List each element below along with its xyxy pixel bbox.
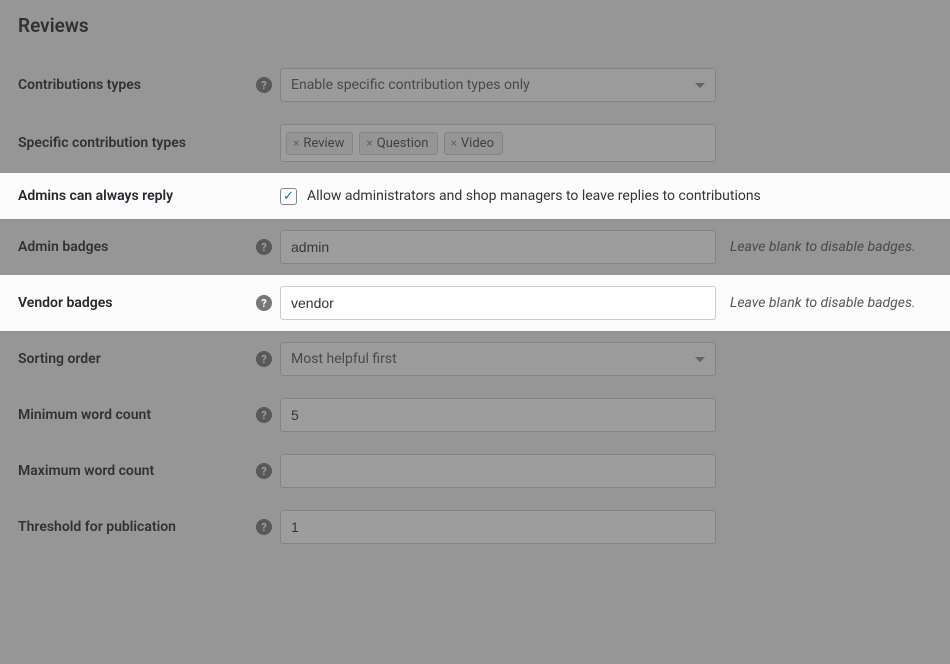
close-icon[interactable]: ×	[451, 136, 457, 150]
field-label: Vendor badges	[18, 295, 250, 311]
field-col: Most helpful first	[280, 342, 932, 376]
field-hint: Leave blank to disable badges.	[730, 239, 916, 255]
section-title: Reviews	[18, 14, 932, 37]
label-col: Admins can always reply	[18, 188, 280, 204]
chevron-down-icon	[695, 357, 705, 362]
field-col	[280, 398, 932, 432]
sorting-order-select[interactable]: Most helpful first	[280, 342, 716, 376]
help-icon[interactable]: ?	[256, 77, 272, 93]
label-col: Minimum word count ?	[18, 407, 280, 423]
row-sorting-order: Sorting order ? Most helpful first	[18, 331, 932, 387]
tag-question[interactable]: × Question	[359, 132, 437, 155]
row-specific-types: Specific contribution types × Review × Q…	[18, 113, 932, 173]
tag-label: Video	[461, 136, 494, 151]
help-icon[interactable]: ?	[256, 407, 272, 423]
field-col	[280, 454, 932, 488]
label-col: Specific contribution types	[18, 135, 280, 151]
help-icon[interactable]: ?	[256, 295, 272, 311]
row-admins-reply: Admins can always reply ✓ Allow administ…	[0, 173, 950, 219]
label-col: Sorting order ?	[18, 351, 280, 367]
select-value: Enable specific contribution types only	[291, 77, 530, 93]
row-vendor-badges: Vendor badges ? Leave blank to disable b…	[0, 275, 950, 331]
help-icon[interactable]: ?	[256, 351, 272, 367]
threshold-input[interactable]	[280, 510, 716, 544]
field-label: Maximum word count	[18, 463, 250, 479]
help-icon[interactable]: ?	[256, 239, 272, 255]
field-label: Contributions types	[18, 77, 250, 93]
field-hint: Leave blank to disable badges.	[730, 295, 916, 311]
field-label: Admin badges	[18, 239, 250, 255]
help-icon[interactable]: ?	[256, 463, 272, 479]
field-label: Sorting order	[18, 351, 250, 367]
field-col: Enable specific contribution types only	[280, 68, 932, 102]
contributions-types-select[interactable]: Enable specific contribution types only	[280, 68, 716, 102]
field-label: Minimum word count	[18, 407, 250, 423]
field-label: Admins can always reply	[18, 188, 280, 204]
row-admin-badges: Admin badges ? Leave blank to disable ba…	[18, 219, 932, 275]
tag-review[interactable]: × Review	[286, 132, 353, 155]
field-col: × Review × Question × Video	[280, 124, 932, 162]
admin-badges-input[interactable]	[280, 230, 716, 264]
vendor-badges-input[interactable]	[280, 286, 716, 320]
label-col: Admin badges ?	[18, 239, 280, 255]
field-col: Leave blank to disable badges.	[280, 286, 932, 320]
chevron-down-icon	[695, 83, 705, 88]
label-col: Vendor badges ?	[18, 295, 280, 311]
field-col	[280, 510, 932, 544]
field-label: Threshold for publication	[18, 519, 250, 535]
tag-video[interactable]: × Video	[444, 132, 503, 155]
field-col: ✓ Allow administrators and shop managers…	[280, 188, 932, 205]
row-threshold: Threshold for publication ?	[18, 499, 932, 555]
row-min-word-count: Minimum word count ?	[18, 387, 932, 443]
tag-label: Question	[377, 136, 429, 151]
field-col: Leave blank to disable badges.	[280, 230, 932, 264]
row-contributions-types: Contributions types ? Enable specific co…	[18, 57, 932, 113]
close-icon[interactable]: ×	[293, 136, 299, 150]
field-label: Specific contribution types	[18, 135, 280, 151]
checkbox-wrap: ✓ Allow administrators and shop managers…	[280, 188, 761, 205]
min-word-count-input[interactable]	[280, 398, 716, 432]
close-icon[interactable]: ×	[366, 136, 372, 150]
label-col: Maximum word count ?	[18, 463, 280, 479]
label-col: Threshold for publication ?	[18, 519, 280, 535]
settings-page: Reviews Contributions types ? Enable spe…	[0, 0, 950, 664]
help-icon[interactable]: ?	[256, 519, 272, 535]
select-value: Most helpful first	[291, 351, 397, 367]
max-word-count-input[interactable]	[280, 454, 716, 488]
row-max-word-count: Maximum word count ?	[18, 443, 932, 499]
specific-types-tagbox[interactable]: × Review × Question × Video	[280, 124, 716, 162]
tag-label: Review	[303, 136, 344, 151]
label-col: Contributions types ?	[18, 77, 280, 93]
admins-reply-checkbox[interactable]: ✓	[280, 188, 297, 205]
checkbox-label: Allow administrators and shop managers t…	[307, 188, 761, 204]
